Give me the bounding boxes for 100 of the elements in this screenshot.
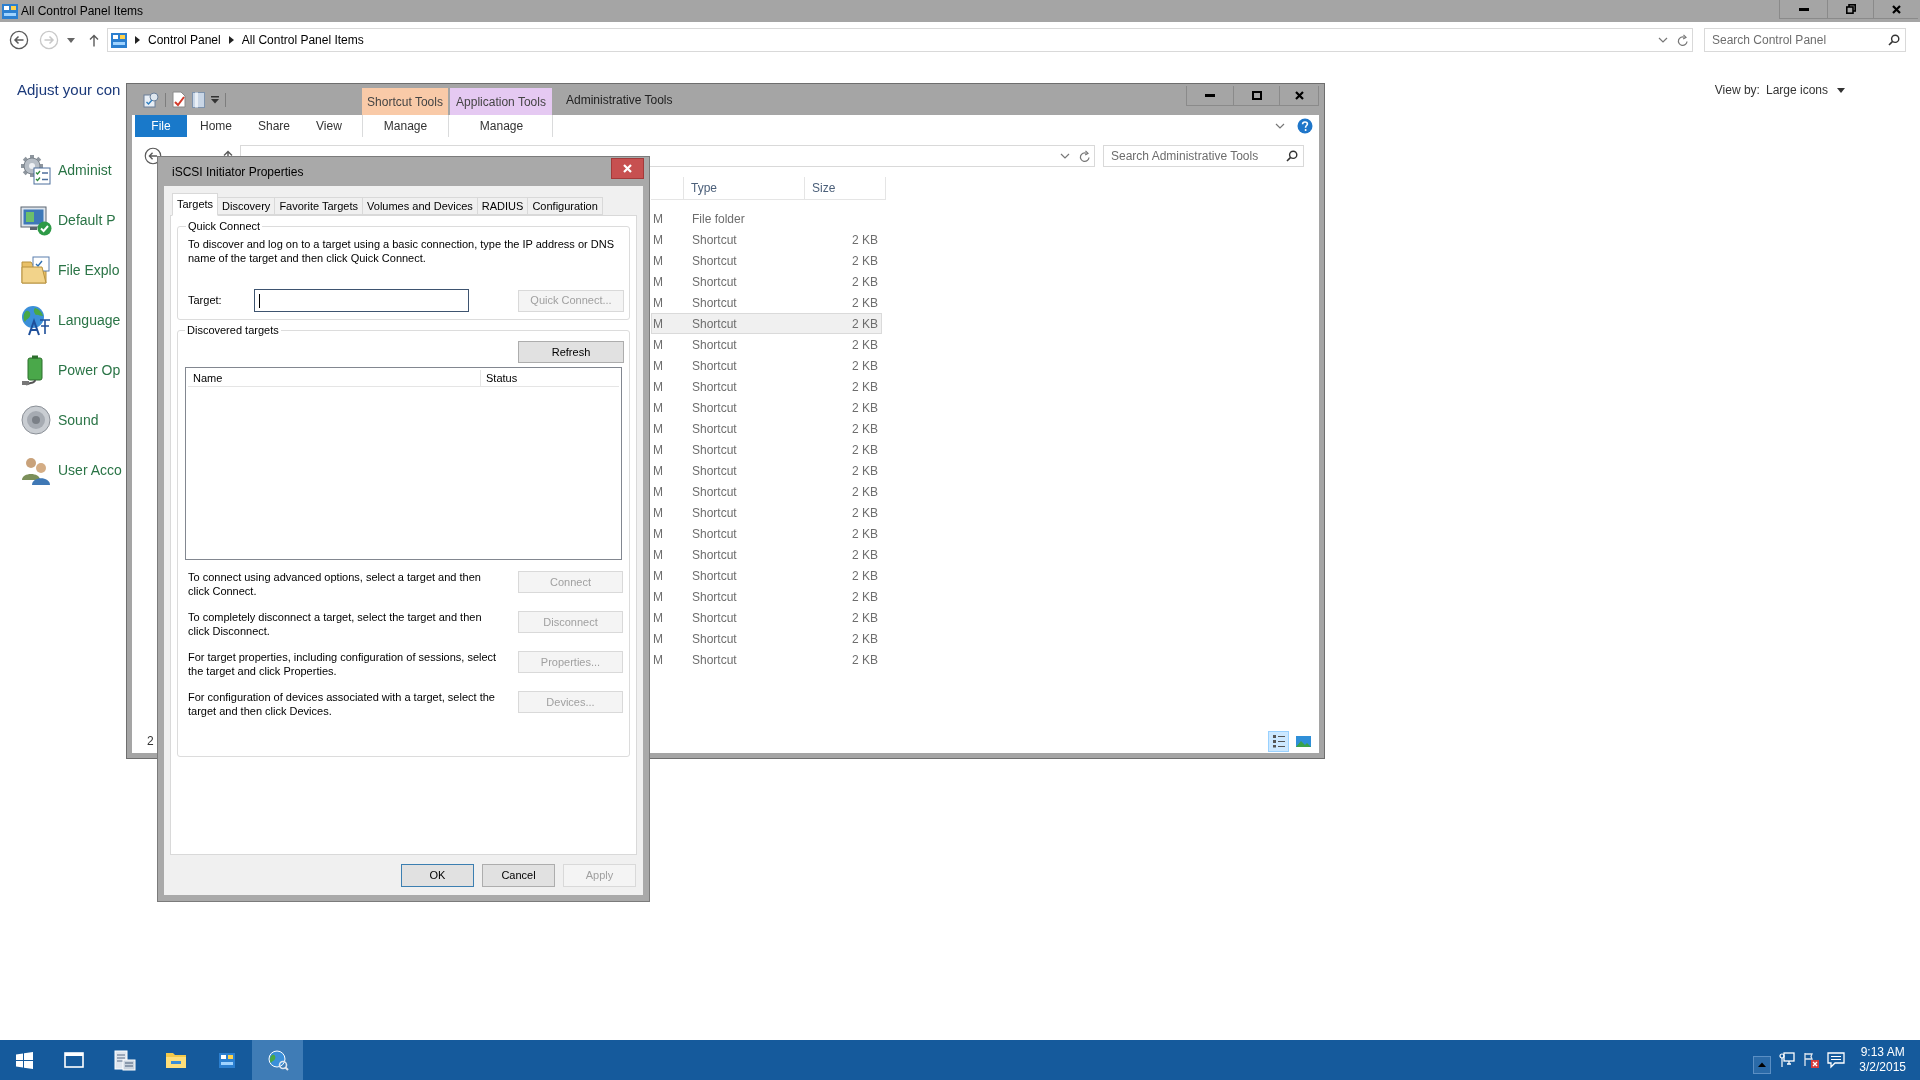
file-row[interactable]: M Shortcut 2 KB [651, 313, 882, 334]
column-header[interactable]: Type [684, 177, 805, 200]
control-panel-link[interactable]: Default P [58, 209, 116, 231]
minimize-button[interactable] [1779, 0, 1827, 19]
file-row[interactable]: M Shortcut 2 KB [651, 607, 882, 628]
search-field[interactable]: Search Control Panel [1704, 28, 1906, 52]
dialog-tab[interactable]: Discovery [217, 197, 276, 215]
table-cell: Shortcut [692, 568, 737, 583]
ribbon-tab[interactable]: Share [245, 115, 304, 137]
help-icon[interactable] [1297, 118, 1313, 134]
chevron-down-icon[interactable] [1275, 123, 1285, 129]
file-tab[interactable]: File [135, 115, 187, 137]
table-cell: M [653, 484, 663, 499]
file-row[interactable]: M Shortcut 2 KB [651, 649, 882, 670]
file-row[interactable]: M Shortcut 2 KB [651, 250, 882, 271]
document-check-icon[interactable] [172, 91, 186, 108]
ribbon-tab[interactable]: Home [187, 115, 245, 137]
recent-locations-caret-icon[interactable] [67, 37, 75, 43]
dialog-button[interactable]: Cancel [482, 864, 555, 887]
close-button[interactable] [1279, 86, 1319, 106]
speaker-icon [20, 404, 52, 436]
file-row[interactable]: M Shortcut 2 KB [651, 439, 882, 460]
dialog-tab[interactable]: RADIUS [476, 197, 529, 215]
file-row[interactable]: M Shortcut 2 KB [651, 376, 882, 397]
file-row[interactable]: M Shortcut 2 KB [651, 355, 882, 376]
taskbar-button[interactable] [252, 1040, 303, 1080]
dialog-button[interactable]: OK [401, 864, 474, 887]
folder-icon [164, 1051, 187, 1069]
maximize-button[interactable] [1233, 86, 1279, 106]
control-panel-link[interactable]: User Acco [58, 459, 122, 481]
table-cell: File folder [692, 211, 745, 226]
file-row[interactable]: M Shortcut 2 KB [651, 544, 882, 565]
dialog-tab[interactable]: Configuration [527, 197, 603, 215]
table-cell-text: 2 KB [852, 546, 878, 564]
restore-button[interactable] [1827, 0, 1873, 19]
details-view-button[interactable] [1268, 730, 1289, 752]
dialog-tab[interactable]: Favorite Targets [274, 197, 364, 215]
monitor-check-icon [20, 204, 52, 236]
minimize-button[interactable] [1186, 86, 1233, 106]
file-row[interactable]: M Shortcut 2 KB [651, 397, 882, 418]
ribbon-tab[interactable]: Manage [451, 115, 553, 137]
targets-list[interactable]: Name Status [185, 367, 622, 560]
properties-icon[interactable] [143, 91, 159, 108]
control-panel-link[interactable]: Administ [58, 159, 112, 181]
file-row[interactable]: M Shortcut 2 KB [651, 628, 882, 649]
file-row[interactable]: M Shortcut 2 KB [651, 292, 882, 313]
file-row[interactable]: M Shortcut 2 KB [651, 586, 882, 607]
file-row[interactable]: M Shortcut 2 KB [651, 334, 882, 355]
file-row[interactable]: M Shortcut 2 KB [651, 271, 882, 292]
control-panel-link[interactable]: File Explo [58, 259, 120, 281]
contextual-tab-group: Application Tools [450, 88, 552, 115]
chevron-down-icon[interactable] [1060, 153, 1070, 159]
clock-date[interactable]: 3/2/2015 [1859, 1060, 1906, 1075]
file-row[interactable]: M Shortcut 2 KB [651, 229, 882, 250]
flag-error-icon[interactable] [1803, 1052, 1820, 1068]
close-button[interactable] [611, 158, 644, 179]
search-field[interactable]: Search Administrative Tools [1103, 145, 1304, 167]
up-arrow-icon[interactable] [89, 33, 99, 47]
clock-time[interactable]: 9:13 AM [1860, 1045, 1905, 1060]
file-row[interactable]: M Shortcut 2 KB [651, 481, 882, 502]
column-header[interactable]: Name [188, 370, 481, 386]
file-row[interactable]: M File folder [651, 208, 882, 229]
chevron-down-icon[interactable] [1658, 37, 1668, 43]
view-by-dropdown[interactable]: Large icons [1765, 81, 1845, 99]
target-input[interactable] [254, 289, 469, 312]
control-panel-icon [111, 32, 127, 48]
file-row[interactable]: M Shortcut 2 KB [651, 502, 882, 523]
ribbon-tab[interactable]: Manage [363, 115, 449, 137]
file-row[interactable]: M Shortcut 2 KB [651, 565, 882, 586]
network-monitor-icon[interactable] [1779, 1052, 1796, 1068]
dialog-tab[interactable]: Targets [172, 193, 219, 216]
breadcrumb[interactable]: Control Panel [148, 31, 221, 49]
breadcrumb[interactable]: All Control Panel Items [241, 31, 364, 49]
refresh-button[interactable]: Refresh [518, 341, 624, 363]
search-icon [1286, 150, 1298, 162]
ribbon-tab[interactable]: View [303, 115, 355, 137]
dialog-tab[interactable]: Volumes and Devices [362, 197, 478, 215]
triangle-up-icon[interactable] [1753, 1056, 1772, 1074]
refresh-icon[interactable] [1079, 149, 1091, 163]
control-panel-link[interactable]: Power Op [58, 359, 121, 381]
column-header[interactable]: Size [805, 177, 886, 200]
message-icon[interactable] [1827, 1051, 1846, 1069]
table-cell: Shortcut [692, 316, 737, 331]
customize-dropdown-icon[interactable] [211, 95, 219, 104]
close-button[interactable] [1873, 0, 1918, 19]
address-bar[interactable]: Control Panel All Control Panel Items [107, 28, 1693, 52]
control-panel-link[interactable]: Sound [58, 409, 99, 431]
folder-document-icon [20, 254, 52, 286]
document-icon[interactable] [192, 91, 205, 108]
file-row[interactable]: M Shortcut 2 KB [651, 460, 882, 481]
file-row[interactable]: M Shortcut 2 KB [651, 418, 882, 439]
table-cell: Shortcut [692, 379, 737, 394]
column-header[interactable]: Status [481, 370, 619, 386]
picture-icon [1296, 735, 1311, 747]
window-icon [63, 1052, 84, 1068]
file-row[interactable]: M Shortcut 2 KB [651, 523, 882, 544]
control-panel-link[interactable]: Language [58, 309, 121, 331]
search-icon [1888, 34, 1900, 46]
page-heading: Adjust your con [17, 79, 121, 100]
refresh-icon[interactable] [1677, 33, 1689, 47]
